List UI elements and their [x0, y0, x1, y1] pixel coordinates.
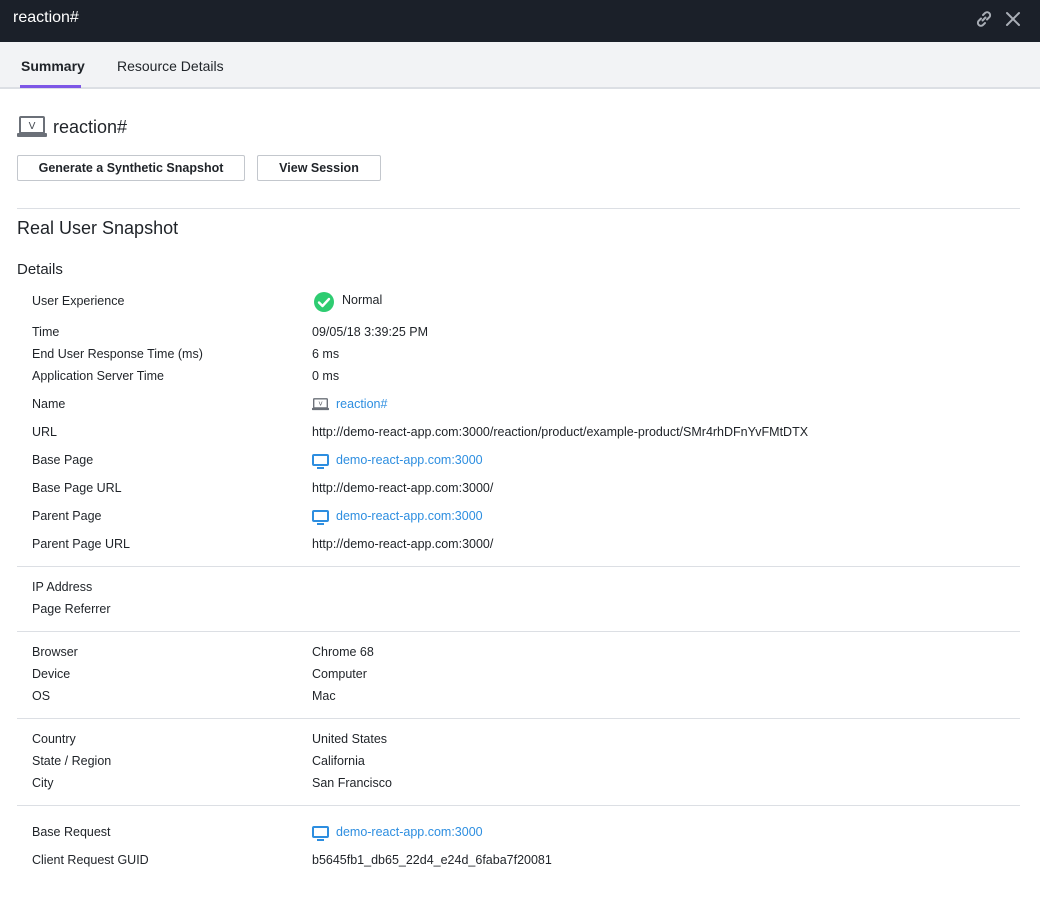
- detail-label: Base Page URL: [32, 481, 122, 495]
- detail-value: San Francisco: [312, 776, 392, 790]
- detail-label: Browser: [32, 645, 78, 659]
- detail-label: IP Address: [32, 580, 93, 594]
- window-title: reaction#: [13, 9, 79, 26]
- section-title: Real User Snapshot: [17, 218, 179, 238]
- divider: [17, 566, 1020, 567]
- detail-row-base-page-url: Base Page URL http://demo-react-app.com:…: [0, 479, 1040, 499]
- detail-row-browser: Browser Chrome 68: [0, 643, 1040, 663]
- monitor-v-icon: V: [17, 116, 47, 143]
- detail-label: Parent Page URL: [32, 537, 130, 551]
- detail-value: http://demo-react-app.com:3000/reaction/…: [312, 425, 809, 439]
- detail-value: http://demo-react-app.com:3000/: [312, 537, 494, 551]
- divider: [17, 805, 1020, 806]
- detail-value: http://demo-react-app.com:3000/: [312, 481, 494, 495]
- detail-value: United States: [312, 732, 388, 746]
- name-link[interactable]: reaction#: [336, 397, 387, 411]
- detail-label: Time: [32, 325, 60, 339]
- screen-icon: [312, 454, 329, 474]
- detail-label: State / Region: [32, 754, 112, 768]
- page-title: reaction#: [53, 117, 128, 137]
- detail-label: Device: [32, 667, 71, 681]
- detail-label: Base Page: [32, 453, 94, 467]
- detail-value: Mac: [312, 689, 336, 703]
- detail-label: URL: [32, 425, 58, 439]
- view-session-button[interactable]: View Session: [257, 155, 381, 181]
- detail-value: 6 ms: [312, 347, 340, 361]
- detail-row-ip-address: IP Address: [0, 578, 1040, 598]
- detail-row-name: Name V reaction#: [0, 395, 1040, 415]
- detail-row-base-request: Base Request demo-react-app.com:3000: [0, 823, 1040, 843]
- screen-icon: [312, 510, 329, 530]
- detail-value: Normal: [342, 293, 383, 307]
- detail-value: b5645fb1_db65_22d4_e24d_6faba7f20081: [312, 853, 552, 867]
- detail-row-base-page: Base Page demo-react-app.com:3000: [0, 451, 1040, 471]
- detail-value: Chrome 68: [312, 645, 374, 659]
- detail-row-url: URL http://demo-react-app.com:3000/react…: [0, 423, 1040, 443]
- detail-row-page-referrer: Page Referrer: [0, 600, 1040, 620]
- detail-value: 09/05/18 3:39:25 PM: [312, 325, 429, 339]
- detail-label: Page Referrer: [32, 602, 111, 616]
- divider: [17, 718, 1020, 719]
- detail-label: Base Request: [32, 825, 111, 839]
- title-bar: reaction#: [0, 0, 1040, 42]
- close-icon[interactable]: [1002, 8, 1024, 30]
- detail-row-time: Time 09/05/18 3:39:25 PM: [0, 323, 1040, 343]
- detail-row-device: Device Computer: [0, 665, 1040, 685]
- base-page-link[interactable]: demo-react-app.com:3000: [336, 453, 483, 467]
- detail-label: End User Response Time (ms): [32, 347, 203, 361]
- detail-row-parent-page: Parent Page demo-react-app.com:3000: [0, 507, 1040, 527]
- detail-value: California: [312, 754, 365, 768]
- detail-label: Parent Page: [32, 509, 102, 523]
- detail-value: 0 ms: [312, 369, 340, 383]
- detail-row-city: City San Francisco: [0, 774, 1040, 794]
- detail-row-region: State / Region California: [0, 752, 1040, 772]
- detail-row-client-guid: Client Request GUID b5645fb1_db65_22d4_e…: [0, 851, 1040, 871]
- divider: [17, 208, 1020, 209]
- generate-synthetic-snapshot-button[interactable]: Generate a Synthetic Snapshot: [17, 155, 245, 181]
- base-request-link[interactable]: demo-react-app.com:3000: [336, 825, 483, 839]
- check-circle-icon: [313, 291, 335, 318]
- detail-row-response-time: End User Response Time (ms) 6 ms: [0, 345, 1040, 365]
- detail-label: OS: [32, 689, 51, 703]
- divider: [17, 631, 1020, 632]
- detail-label: Name: [32, 397, 66, 411]
- link-icon[interactable]: [973, 8, 995, 30]
- svg-text:V: V: [319, 402, 323, 408]
- tab-bar: Summary Resource Details: [0, 42, 1040, 89]
- detail-row-os: OS Mac: [0, 687, 1040, 707]
- monitor-v-icon: V: [312, 398, 329, 416]
- detail-row-server-time: Application Server Time 0 ms: [0, 367, 1040, 387]
- detail-label: Country: [32, 732, 76, 746]
- detail-row-user-experience: User Experience Normal: [0, 292, 1040, 312]
- detail-label: User Experience: [32, 294, 125, 308]
- svg-text:V: V: [29, 121, 36, 132]
- detail-label: City: [32, 776, 54, 790]
- detail-label: Client Request GUID: [32, 853, 149, 867]
- detail-label: Application Server Time: [32, 369, 165, 383]
- detail-row-country: Country United States: [0, 730, 1040, 750]
- detail-row-parent-page-url: Parent Page URL http://demo-react-app.co…: [0, 535, 1040, 555]
- detail-value: Computer: [312, 667, 367, 681]
- details-title: Details: [17, 261, 63, 278]
- active-tab-indicator: [20, 85, 81, 88]
- tab-summary[interactable]: Summary: [21, 58, 85, 74]
- tab-resource-details[interactable]: Resource Details: [117, 58, 224, 74]
- screen-icon: [312, 826, 329, 846]
- parent-page-link[interactable]: demo-react-app.com:3000: [336, 509, 483, 523]
